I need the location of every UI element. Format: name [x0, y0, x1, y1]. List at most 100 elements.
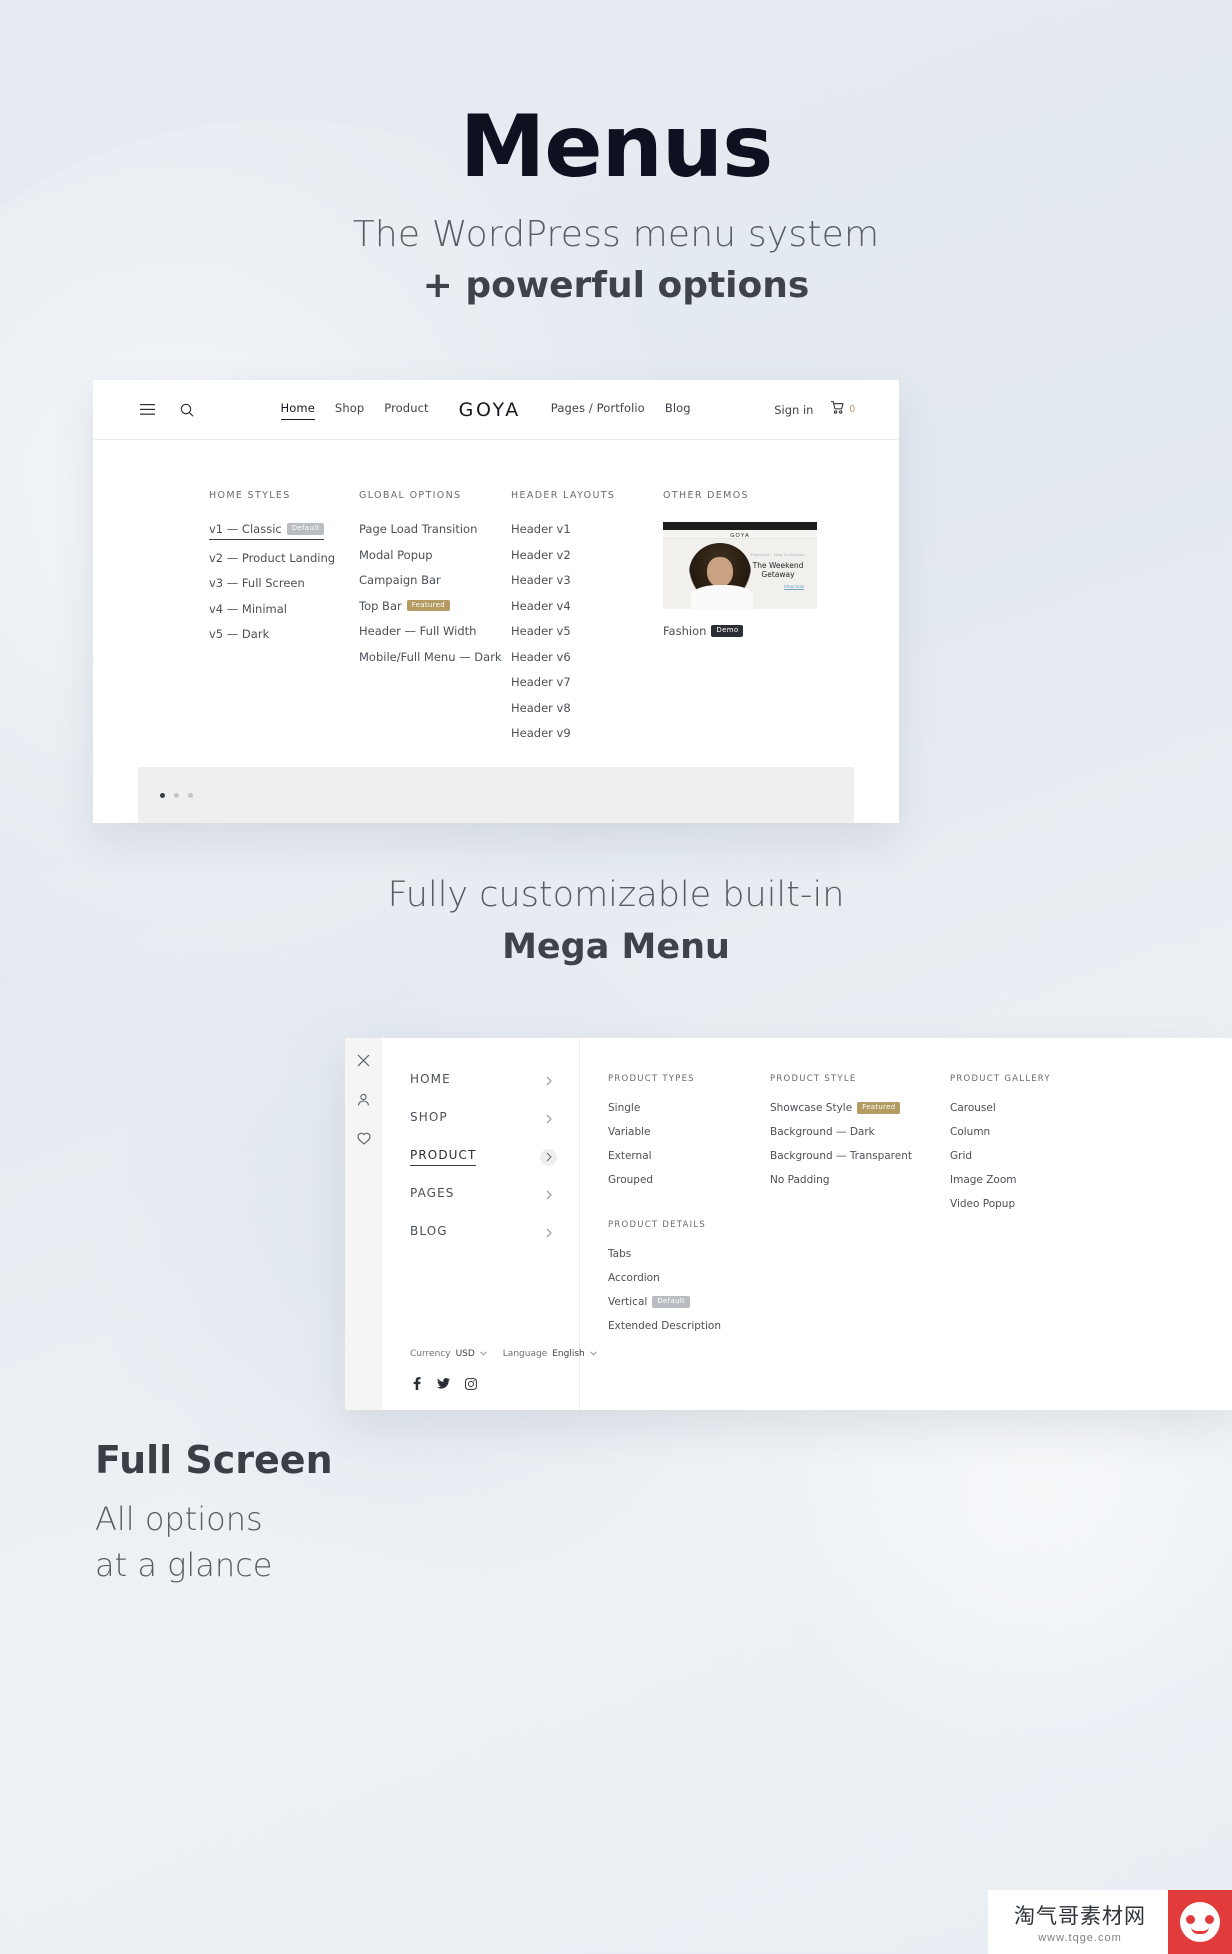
panel-item-background-transparent[interactable]: Background — Transparent: [770, 1150, 912, 1162]
user-icon[interactable]: [355, 1091, 372, 1108]
panel-item-variable[interactable]: Variable: [608, 1126, 651, 1138]
carousel-dot-1[interactable]: [160, 792, 165, 798]
menu-item-header-v1[interactable]: Header v1: [511, 522, 571, 536]
fs-nav-item-shop[interactable]: SHOP: [410, 1110, 557, 1128]
carousel-strip: [138, 767, 854, 823]
menu-item-header-v4[interactable]: Header v4: [511, 599, 571, 613]
facebook-icon[interactable]: [410, 1377, 423, 1390]
watermark-site-name: 淘气哥素材网: [1014, 1904, 1146, 1928]
nav-link-product[interactable]: Product: [384, 401, 428, 418]
fs-nav-label: HOME: [410, 1072, 451, 1086]
panel-column-product-gallery: PRODUCT GALLERY Carousel Column Grid Ima…: [950, 1074, 1112, 1410]
badge-featured: Featured: [857, 1102, 901, 1114]
fs-nav-item-pages[interactable]: PAGES: [410, 1186, 557, 1204]
fs-nav-item-blog[interactable]: BLOG: [410, 1224, 557, 1242]
column-title: OTHER DEMOS: [663, 490, 749, 501]
instagram-icon[interactable]: [464, 1377, 477, 1390]
heart-icon[interactable]: [355, 1130, 372, 1147]
full-screen-subtitle: All options at a glance: [95, 1496, 395, 1589]
chevron-right-icon: [540, 1073, 557, 1090]
full-screen-subtitle-line-1: All options: [95, 1499, 263, 1538]
chevron-down-icon: [480, 1349, 487, 1359]
menu-item-top-bar[interactable]: Top Bar Featured: [359, 599, 451, 613]
menu-item-header-v3[interactable]: Header v3: [511, 573, 571, 587]
panel-item-single[interactable]: Single: [608, 1102, 640, 1114]
currency-selector[interactable]: Currency USD: [410, 1349, 487, 1359]
carousel-dot-2[interactable]: [174, 792, 179, 798]
panel-item-background-dark[interactable]: Background — Dark: [770, 1126, 875, 1138]
mega-menu-heading-line-2: Mega Menu: [502, 927, 730, 967]
watermark-text-block: 淘气哥素材网 www.tqge.com: [988, 1890, 1168, 1954]
language-label: Language: [502, 1349, 548, 1359]
close-icon[interactable]: [355, 1052, 372, 1069]
panel-item-video-popup[interactable]: Video Popup: [950, 1198, 1015, 1210]
panel-item-image-zoom[interactable]: Image Zoom: [950, 1174, 1017, 1186]
menu-item-header-v5[interactable]: Header v5: [511, 624, 571, 638]
menu-item-v3-full-screen[interactable]: v3 — Full Screen: [209, 576, 305, 590]
nav-link-pages-portfolio[interactable]: Pages / Portfolio: [551, 401, 645, 418]
full-screen-menu-card: HOME SHOP PRODUCT PAGES BLOG Currency US…: [345, 1038, 1232, 1410]
fs-nav-item-home[interactable]: HOME: [410, 1072, 557, 1090]
page-title: Menus: [459, 97, 774, 197]
full-screen-icon-rail: [345, 1038, 382, 1410]
menu-item-page-load-transition[interactable]: Page Load Transition: [359, 522, 477, 536]
menu-item-header-v9[interactable]: Header v9: [511, 726, 571, 740]
demo-thumbnail-fashion[interactable]: GOYA Featured · New Collection The Weeke…: [663, 522, 817, 609]
hero-subtitle-line-1: The WordPress menu system: [352, 214, 880, 255]
mega-column-other-demos: OTHER DEMOS GOYA Featured · New Collecti…: [663, 490, 863, 786]
menu-item-mobile-full-menu-dark[interactable]: Mobile/Full Menu — Dark: [359, 650, 502, 664]
panel-title: PRODUCT DETAILS: [608, 1220, 706, 1230]
sign-in-link[interactable]: Sign in: [774, 403, 813, 417]
menu-item-header-v2[interactable]: Header v2: [511, 548, 571, 562]
menu-item-modal-popup[interactable]: Modal Popup: [359, 548, 433, 562]
panel-item-external[interactable]: External: [608, 1150, 652, 1162]
badge-demo: Demo: [711, 625, 744, 637]
menu-item-v2-product-landing[interactable]: v2 — Product Landing: [209, 551, 335, 565]
demo-thumb-eyebrow: Featured · New Collection: [750, 553, 806, 557]
panel-item-grouped[interactable]: Grouped: [608, 1174, 653, 1186]
menu-item-header-v8[interactable]: Header v8: [511, 701, 571, 715]
twitter-icon[interactable]: [437, 1377, 450, 1390]
panel-item-accordion[interactable]: Accordion: [608, 1272, 660, 1284]
panel-item-no-padding[interactable]: No Padding: [770, 1174, 829, 1186]
panel-item-showcase-style[interactable]: Showcase Style Featured: [770, 1102, 901, 1114]
menu-item-v4-minimal[interactable]: v4 — Minimal: [209, 602, 287, 616]
nav-link-blog[interactable]: Blog: [665, 401, 691, 418]
brand-logo[interactable]: GOYA: [449, 399, 531, 421]
panel-item-tabs[interactable]: Tabs: [608, 1248, 631, 1260]
menu-item-header-full-width[interactable]: Header — Full Width: [359, 624, 476, 638]
panel-item-carousel[interactable]: Carousel: [950, 1102, 996, 1114]
menu-item-fashion-demo[interactable]: Fashion Demo: [663, 624, 744, 638]
panel-item-column[interactable]: Column: [950, 1126, 990, 1138]
demo-headline-line-1: The Weekend: [752, 561, 804, 570]
watermark-eye-left: [1186, 1915, 1195, 1924]
hero-section: Menus The WordPress menu system + powerf…: [0, 104, 1232, 306]
panel-item-grid[interactable]: Grid: [950, 1150, 972, 1162]
menu-item-v1-classic[interactable]: v1 — Classic Default: [209, 522, 325, 540]
search-icon[interactable]: [177, 400, 197, 420]
panel-item-extended-description[interactable]: Extended Description: [608, 1320, 721, 1332]
mega-menu-panel: HOME STYLES v1 — Classic Default v2 — Pr…: [93, 440, 899, 786]
demo-thumb-subbar: GOYA: [663, 530, 817, 539]
carousel-dot-3[interactable]: [188, 792, 193, 798]
fs-nav-label: BLOG: [410, 1224, 448, 1238]
hero-subtitle-line-2: + powerful options: [422, 265, 810, 306]
nav-link-home[interactable]: Home: [280, 401, 316, 420]
menu-item-header-v6[interactable]: Header v6: [511, 650, 571, 664]
hamburger-icon[interactable]: [137, 400, 157, 420]
demo-thumb-topbar: [663, 522, 817, 530]
panel-column-product-types: PRODUCT TYPES Single Variable External G…: [608, 1074, 770, 1410]
menu-item-campaign-bar[interactable]: Campaign Bar: [359, 573, 441, 587]
model-face-shape: [707, 557, 733, 587]
social-links: [410, 1377, 597, 1390]
menu-item-v5-dark[interactable]: v5 — Dark: [209, 627, 269, 641]
fs-nav-item-product[interactable]: PRODUCT: [410, 1148, 557, 1166]
model-shirt-shape: [691, 585, 753, 609]
menu-item-header-v7[interactable]: Header v7: [511, 675, 571, 689]
watermark-site-url: www.tqge.com: [1038, 1932, 1122, 1944]
watermark-mouth: [1191, 1927, 1209, 1934]
nav-link-shop[interactable]: Shop: [335, 401, 364, 418]
panel-item-vertical[interactable]: Vertical Default: [608, 1296, 690, 1308]
fs-nav-label: PRODUCT: [410, 1148, 477, 1166]
cart-button[interactable]: 0: [830, 400, 855, 419]
